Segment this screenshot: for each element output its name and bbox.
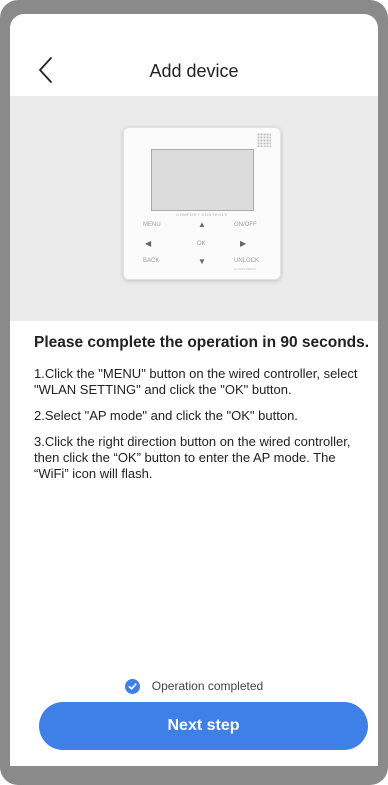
controller-image-panel: COMFORT CONTROLS MENU ▲ ON/OFF ◀ OK ▶ BA… — [10, 96, 378, 321]
left-arrow-icon: ◀ — [145, 239, 152, 248]
controller-menu-label: MENU — [143, 222, 161, 228]
header: Add device — [10, 14, 378, 94]
instructions: Please complete the operation in 90 seco… — [34, 334, 370, 492]
instruction-step: 1.Click the "MENU" button on the wired c… — [34, 366, 358, 397]
lcd-screen — [151, 149, 254, 211]
controller-ok-label: OK — [197, 241, 206, 247]
device-frame: Add device COMFORT CONTROLS MENU ▲ ON/OF… — [0, 0, 388, 785]
page-title: Add device — [149, 61, 239, 81]
instruction-step: 3.Click the right direction button on th… — [34, 434, 351, 481]
controller-brand: COMFORT CONTROLS — [176, 212, 228, 217]
controller-on-off-label: ON/OFF — [234, 222, 257, 228]
controller-back-label: BACK — [143, 258, 160, 264]
instruction-step: 2.Select "AP mode" and click the "OK" bu… — [34, 408, 298, 423]
operation-completed-row: Operation completed — [10, 674, 378, 698]
operation-completed-checkbox[interactable] — [124, 678, 140, 694]
up-arrow-icon: ▲ — [198, 220, 206, 229]
speaker-grille — [257, 133, 271, 147]
checkmark-icon — [128, 682, 137, 690]
down-arrow-icon: ▼ — [198, 257, 206, 266]
controller-unlock-sublabel: 3 LONG PRESS — [234, 267, 257, 271]
operation-completed-label: Operation completed — [151, 679, 264, 693]
app-screen: Add device COMFORT CONTROLS MENU ▲ ON/OF… — [10, 14, 378, 766]
next-step-button[interactable]: Next step — [39, 702, 368, 750]
controller-unlock-label: UNLOCK — [234, 258, 260, 264]
wired-controller-image: COMFORT CONTROLS MENU ▲ ON/OFF ◀ OK ▶ BA… — [123, 127, 281, 280]
right-arrow-icon: ▶ — [240, 239, 247, 248]
instructions-heading: Please complete the operation in 90 seco… — [34, 334, 370, 351]
